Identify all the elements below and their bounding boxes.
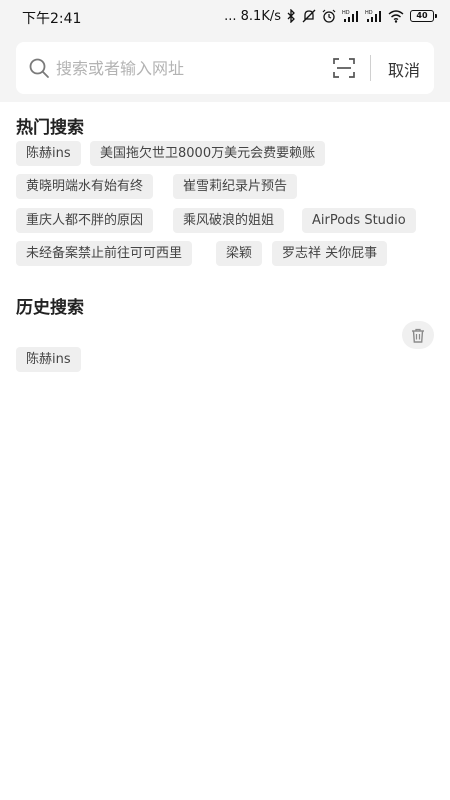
header-divider	[370, 55, 371, 81]
clear-history-button[interactable]	[402, 321, 434, 349]
mute-icon	[302, 9, 316, 23]
status-time: 下午2:41	[22, 11, 82, 27]
hot-search-tag[interactable]: 陈赫ins	[16, 141, 81, 166]
hot-search-tag[interactable]: 美国拖欠世卫8000万美元会费要赖账	[90, 141, 326, 166]
hot-search-tag[interactable]: 崔雪莉纪录片预告	[173, 174, 298, 199]
battery-icon: 40	[410, 10, 437, 22]
hot-search-tag[interactable]: 未经备案禁止前往可可西里	[16, 241, 193, 266]
search-header: 取消	[0, 32, 450, 102]
signal-hd-icon: HD	[365, 10, 381, 22]
search-icon	[29, 58, 49, 78]
search-input[interactable]	[56, 55, 326, 81]
trash-icon	[412, 328, 424, 343]
bluetooth-icon	[287, 9, 295, 23]
wifi-icon	[388, 9, 404, 23]
hot-search-tag[interactable]: 重庆人都不胖的原因	[16, 208, 154, 233]
signal-hd-icon: HD	[342, 10, 358, 22]
hot-search-tag[interactable]: 罗志祥 关你屁事	[272, 241, 388, 266]
svg-text:HD: HD	[365, 10, 373, 16]
svg-text:HD: HD	[342, 10, 350, 16]
status-icons: ... 8.1K/s HD HD 40	[224, 8, 437, 24]
scan-icon[interactable]	[332, 56, 356, 80]
hot-search-tag[interactable]: 梁颖	[216, 241, 263, 266]
hot-search-title: 热门搜索	[16, 118, 84, 138]
search-box: 取消	[16, 42, 434, 94]
history-search-tag[interactable]: 陈赫ins	[16, 347, 81, 372]
hot-search-tag[interactable]: 乘风破浪的姐姐	[173, 208, 285, 233]
alarm-icon	[322, 9, 336, 23]
status-bar: 下午2:41 ... 8.1K/s HD HD 40	[0, 0, 450, 32]
history-search-title: 历史搜索	[16, 298, 84, 318]
network-speed: ... 8.1K/s	[224, 8, 281, 24]
hot-search-tag[interactable]: 黄晓明端水有始有终	[16, 174, 154, 199]
hot-search-tag[interactable]: AirPods Studio	[302, 208, 416, 233]
cancel-button[interactable]: 取消	[388, 57, 420, 81]
